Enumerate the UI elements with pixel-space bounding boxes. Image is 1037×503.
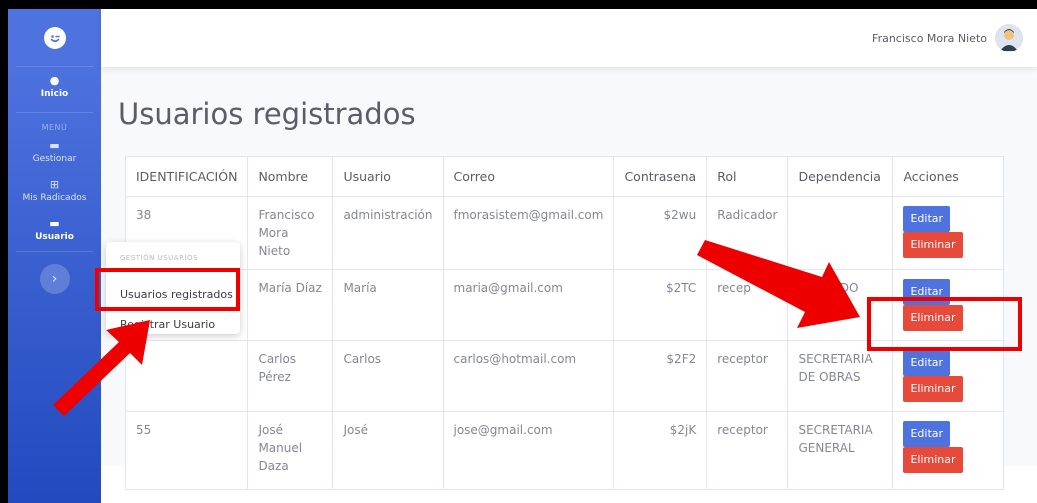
cell-acciones: EditarEliminar [892, 411, 1004, 490]
cell-dependencia: SECRETARIA DE OBRAS [787, 340, 894, 412]
sidebar-item-label: Gestionar [32, 154, 77, 164]
cell-nombre: Carlos Pérez [247, 340, 334, 412]
cell-acciones: EditarEliminar [892, 196, 1004, 270]
cell-rol: receptor [706, 411, 789, 490]
column-header: IDENTIFICACIÓN [124, 156, 249, 197]
cell-contrasena: $2F2 [613, 340, 708, 412]
sidebar-heading: MENÚ [16, 112, 93, 132]
cell-usuario: José [332, 411, 444, 490]
dropdown-header: GESTIÓN USUARIOS [120, 254, 198, 262]
sidebar-item-inicio[interactable]: ● Inicio [8, 67, 101, 106]
brand[interactable] [16, 9, 93, 67]
cell-contrasena: $2TC [613, 269, 708, 341]
delete-button[interactable]: Eliminar [903, 232, 963, 258]
edit-button[interactable]: Editar [903, 350, 951, 376]
table-icon: ⊞ [49, 178, 60, 191]
sidebar-item-usuario[interactable]: ▬ Usuario [8, 210, 101, 249]
cell-rol: recep [706, 269, 789, 341]
annotation-highlight-box [95, 268, 240, 311]
column-header: Dependencia [787, 156, 894, 197]
table-row: Carlos Pérez Carlos carlos@hotmail.com $… [124, 340, 1004, 412]
wink-face-icon [43, 26, 66, 49]
cell-contrasena: $2jK [613, 411, 708, 490]
folder-icon: ▬ [49, 217, 60, 230]
cell-usuario: María [332, 269, 444, 341]
cell-dependencia [787, 196, 894, 270]
cell-nombre: José Manuel Daza [247, 411, 334, 490]
cell-rol: Radicador [706, 196, 789, 270]
tachometer-icon: ● [49, 74, 60, 87]
cell-correo: jose@gmail.com [442, 411, 615, 490]
table-header-row: IDENTIFICACIÓN Nombre Usuario Correo Con… [124, 156, 1004, 197]
cell-dependencia: SECRETARIA GENERAL [787, 411, 894, 490]
column-header: Correo [442, 156, 615, 197]
table-row: 55 José Manuel Daza José jose@gmail.com … [124, 411, 1004, 490]
sidebar-toggle-button[interactable]: › [39, 264, 70, 294]
sidebar-item-label: Mis Radicados [22, 193, 87, 203]
column-header: Acciones [892, 156, 1004, 197]
cell-id: 55 [124, 411, 249, 490]
avatar[interactable] [995, 24, 1023, 52]
column-header: Nombre [247, 156, 334, 197]
sidebar-divider [16, 251, 93, 252]
cell-contrasena: $2wu [613, 196, 708, 270]
sidebar-item-gestionar[interactable]: ▬ Gestionar [8, 132, 101, 171]
sidebar-item-label: Usuario [35, 232, 74, 242]
cell-usuario: Carlos [332, 340, 444, 412]
cell-usuario: administración [332, 196, 444, 270]
annotation-highlight-box [867, 297, 1022, 351]
cell-nombre: Francisco Mora Nieto [247, 196, 334, 270]
cell-id [124, 340, 249, 412]
delete-button[interactable]: Eliminar [903, 376, 963, 402]
column-header: Rol [706, 156, 789, 197]
table-row: 38 Francisco Mora Nieto administración f… [124, 196, 1004, 270]
cell-correo: fmorasistem@gmail.com [442, 196, 615, 270]
cell-correo: maria@gmail.com [442, 269, 615, 341]
delete-button[interactable]: Eliminar [903, 447, 963, 473]
folder-icon: ▬ [49, 139, 60, 152]
user-name[interactable]: Francisco Mora Nieto [872, 32, 987, 45]
page-title: Usuarios registrados [118, 97, 416, 131]
topbar: Francisco Mora Nieto [101, 9, 1037, 67]
chevron-right-icon: › [51, 271, 58, 287]
sidebar-item-mis-radicados[interactable]: ⊞ Mis Radicados [8, 171, 101, 210]
user-avatar-icon [995, 24, 1023, 52]
sidebar: ● Inicio MENÚ ▬ Gestionar ⊞ Mis Radicado… [8, 9, 101, 503]
cell-nombre: María Díaz [247, 269, 334, 341]
cell-rol: receptor [706, 340, 789, 412]
sidebar-item-label: Inicio [40, 89, 69, 99]
dropdown-item-registrar-usuario[interactable]: Registrar Usuario [120, 318, 215, 331]
column-header: Contrasena [613, 156, 708, 197]
edit-button[interactable]: Editar [903, 421, 951, 447]
edit-button[interactable]: Editar [903, 206, 951, 232]
column-header: Usuario [332, 156, 444, 197]
cell-correo: carlos@hotmail.com [442, 340, 615, 412]
cell-acciones: EditarEliminar [892, 340, 1004, 412]
